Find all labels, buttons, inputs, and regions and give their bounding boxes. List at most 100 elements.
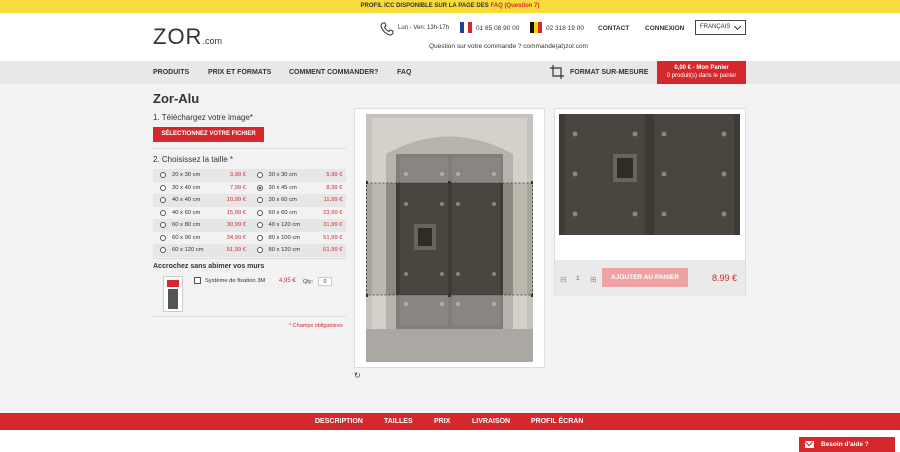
nav-how-to-order[interactable]: COMMENT COMMANDER? bbox=[289, 69, 378, 76]
logo-main: ZOR bbox=[153, 24, 203, 49]
size-price: 51,99 € bbox=[323, 234, 343, 241]
phone-belgium[interactable]: 02 318 19 00 bbox=[546, 25, 584, 32]
language-value: FRANÇAIS bbox=[700, 24, 731, 30]
size-label: 60 x 60 cm bbox=[268, 209, 297, 216]
tab-delivery[interactable]: LIVRAISON bbox=[472, 418, 510, 425]
step-size-label: 2. Choisissez la taille * bbox=[153, 155, 234, 164]
size-option[interactable]: 40 x 120 cm 31,99 € bbox=[249, 219, 346, 232]
preview-image bbox=[559, 114, 740, 235]
size-option[interactable]: 80 x 120 cm 61,99 € bbox=[249, 244, 346, 257]
divider bbox=[153, 316, 346, 317]
size-label: 30 x 40 cm bbox=[172, 184, 201, 191]
phone-france[interactable]: 01 85 08 90 00 bbox=[476, 25, 519, 32]
radio-button[interactable] bbox=[160, 222, 166, 229]
help-label: Besoin d'aide ? bbox=[821, 441, 869, 448]
size-option[interactable]: 30 x 30 cm 5,99 € bbox=[249, 169, 346, 182]
tab-screen-profile[interactable]: PROFIL ÉCRAN bbox=[531, 418, 583, 425]
france-flag-icon bbox=[460, 22, 472, 33]
size-price: 30,99 € bbox=[226, 222, 246, 229]
rotate-icon[interactable]: ↻ bbox=[354, 372, 362, 380]
login-link[interactable]: CONNEXION bbox=[645, 25, 684, 32]
size-row: 40 x 60 cm 15,99 € 60 x 60 cm 23,99 € bbox=[153, 207, 346, 220]
radio-button[interactable] bbox=[256, 197, 263, 204]
order-question[interactable]: Question sur votre commande ? commande(a… bbox=[429, 43, 588, 50]
size-option[interactable]: 60 x 120 cm 51,99 € bbox=[153, 244, 250, 257]
radio-button[interactable] bbox=[256, 172, 263, 179]
qty-minus-button[interactable]: ⊟ bbox=[560, 275, 567, 284]
nav-products[interactable]: PRODUITS bbox=[153, 69, 189, 76]
mail-icon bbox=[805, 441, 814, 448]
size-row: 40 x 40 cm 10,99 € 30 x 60 cm 11,99 € bbox=[153, 194, 346, 207]
nav-faq[interactable]: FAQ bbox=[397, 69, 411, 76]
site-header: ZOR.com Lun - Ven: 13h-17h 01 85 08 90 0… bbox=[0, 13, 900, 61]
qty-plus-button[interactable]: ⊞ bbox=[590, 275, 597, 284]
size-option[interactable]: 30 x 60 cm 11,99 € bbox=[249, 194, 346, 207]
size-option[interactable]: 80 x 100 cm 51,99 € bbox=[250, 232, 347, 245]
hanging-section-title: Accrochez sans abimer vos murs bbox=[153, 263, 265, 270]
size-option[interactable]: 30 x 40 cm 7,99 € bbox=[153, 182, 250, 195]
size-label: 80 x 120 cm bbox=[268, 247, 301, 254]
size-label: 60 x 120 cm bbox=[172, 247, 204, 254]
upload-file-button[interactable]: SÉLECTIONNEZ VOTRE FICHIER bbox=[153, 127, 264, 142]
size-label: 30 x 45 cm bbox=[268, 184, 297, 191]
size-option[interactable]: 40 x 60 cm 15,99 € bbox=[153, 207, 250, 220]
size-option[interactable]: 60 x 60 cm 23,99 € bbox=[250, 207, 347, 220]
size-option[interactable]: 60 x 80 cm 30,99 € bbox=[153, 219, 250, 232]
opening-hours: Lun - Ven: 13h-17h bbox=[398, 25, 450, 31]
announcement-bar: PROFIL ICC DISPONIBLE SUR LA PAGE DES FA… bbox=[0, 0, 900, 13]
announcement-faq-link[interactable]: FAQ (Question 7) bbox=[490, 3, 539, 9]
accessory-checkbox[interactable] bbox=[194, 277, 201, 284]
radio-button[interactable] bbox=[160, 234, 166, 241]
accessory-qty-input[interactable]: 0 bbox=[318, 277, 332, 286]
radio-button[interactable] bbox=[256, 209, 263, 216]
size-label: 30 x 60 cm bbox=[268, 197, 297, 204]
radio-button[interactable] bbox=[160, 197, 166, 204]
size-option[interactable]: 20 x 30 cm 3,99 € bbox=[153, 169, 250, 182]
radio-button[interactable] bbox=[160, 172, 166, 179]
uploaded-door-photo[interactable] bbox=[366, 114, 533, 362]
radio-button[interactable] bbox=[160, 247, 166, 254]
cart-button[interactable]: 0,00 € - Mon Panier 0 produit(s) dans le… bbox=[657, 61, 746, 84]
size-price: 8,99 € bbox=[326, 184, 343, 191]
radio-button[interactable] bbox=[256, 222, 263, 229]
logo[interactable]: ZOR.com bbox=[153, 24, 222, 50]
announcement-text: PROFIL ICC DISPONIBLE SUR LA PAGE DES bbox=[360, 3, 491, 9]
radio-button[interactable] bbox=[160, 184, 166, 191]
size-price: 15,99 € bbox=[226, 209, 246, 216]
cart-total: 0,00 € - Mon Panier bbox=[674, 65, 729, 71]
nav-prices[interactable]: PRIX ET FORMATS bbox=[208, 69, 271, 76]
accessory-label: Système de fixation 3M bbox=[205, 278, 266, 284]
product-title: Zor-Alu bbox=[153, 91, 200, 106]
size-label: 20 x 30 cm bbox=[172, 172, 201, 179]
size-price: 10,99 € bbox=[226, 197, 246, 204]
tab-content bbox=[0, 430, 900, 452]
size-option[interactable]: 40 x 40 cm 10,99 € bbox=[153, 194, 250, 207]
radio-button[interactable] bbox=[160, 209, 166, 216]
size-row: 60 x 120 cm 51,99 € 80 x 120 cm 61,99 € bbox=[153, 244, 346, 257]
size-row: 30 x 40 cm 7,99 € 30 x 45 cm 8,99 € bbox=[153, 182, 346, 195]
radio-button-checked[interactable] bbox=[256, 184, 263, 191]
size-option-selected[interactable]: 30 x 45 cm 8,99 € bbox=[250, 182, 347, 195]
nav-custom-format[interactable]: FORMAT SUR-MESURE bbox=[570, 69, 648, 76]
radio-button[interactable] bbox=[256, 234, 263, 241]
radio-button[interactable] bbox=[256, 247, 263, 254]
size-option[interactable]: 60 x 90 cm 34,99 € bbox=[153, 232, 250, 245]
size-label: 60 x 90 cm bbox=[172, 234, 201, 241]
size-row: 20 x 30 cm 3,99 € 30 x 30 cm 5,99 € bbox=[153, 169, 346, 182]
logo-suffix: .com bbox=[202, 36, 222, 46]
add-to-cart-button[interactable]: AJOUTER AU PANIER bbox=[602, 268, 688, 287]
accessory-price: 4,95 € bbox=[279, 278, 296, 284]
size-price: 31,99 € bbox=[323, 222, 343, 229]
language-select[interactable]: FRANÇAIS bbox=[695, 20, 746, 35]
size-price: 34,99 € bbox=[226, 234, 246, 241]
size-row: 60 x 80 cm 30,99 € 40 x 120 cm 31,99 € bbox=[153, 219, 346, 232]
accessory-qty-label: Qty: bbox=[303, 279, 314, 285]
size-label: 30 x 30 cm bbox=[268, 172, 297, 179]
tab-description[interactable]: DESCRIPTION bbox=[315, 418, 363, 425]
help-button[interactable]: Besoin d'aide ? bbox=[799, 437, 895, 452]
step-upload-label: 1. Téléchargez votre image* bbox=[153, 113, 253, 122]
tab-sizes[interactable]: TAILLES bbox=[384, 418, 413, 425]
contact-link[interactable]: CONTACT bbox=[598, 25, 629, 32]
tab-prices[interactable]: PRIX bbox=[434, 418, 450, 425]
qty-value[interactable]: 1 bbox=[576, 275, 580, 282]
